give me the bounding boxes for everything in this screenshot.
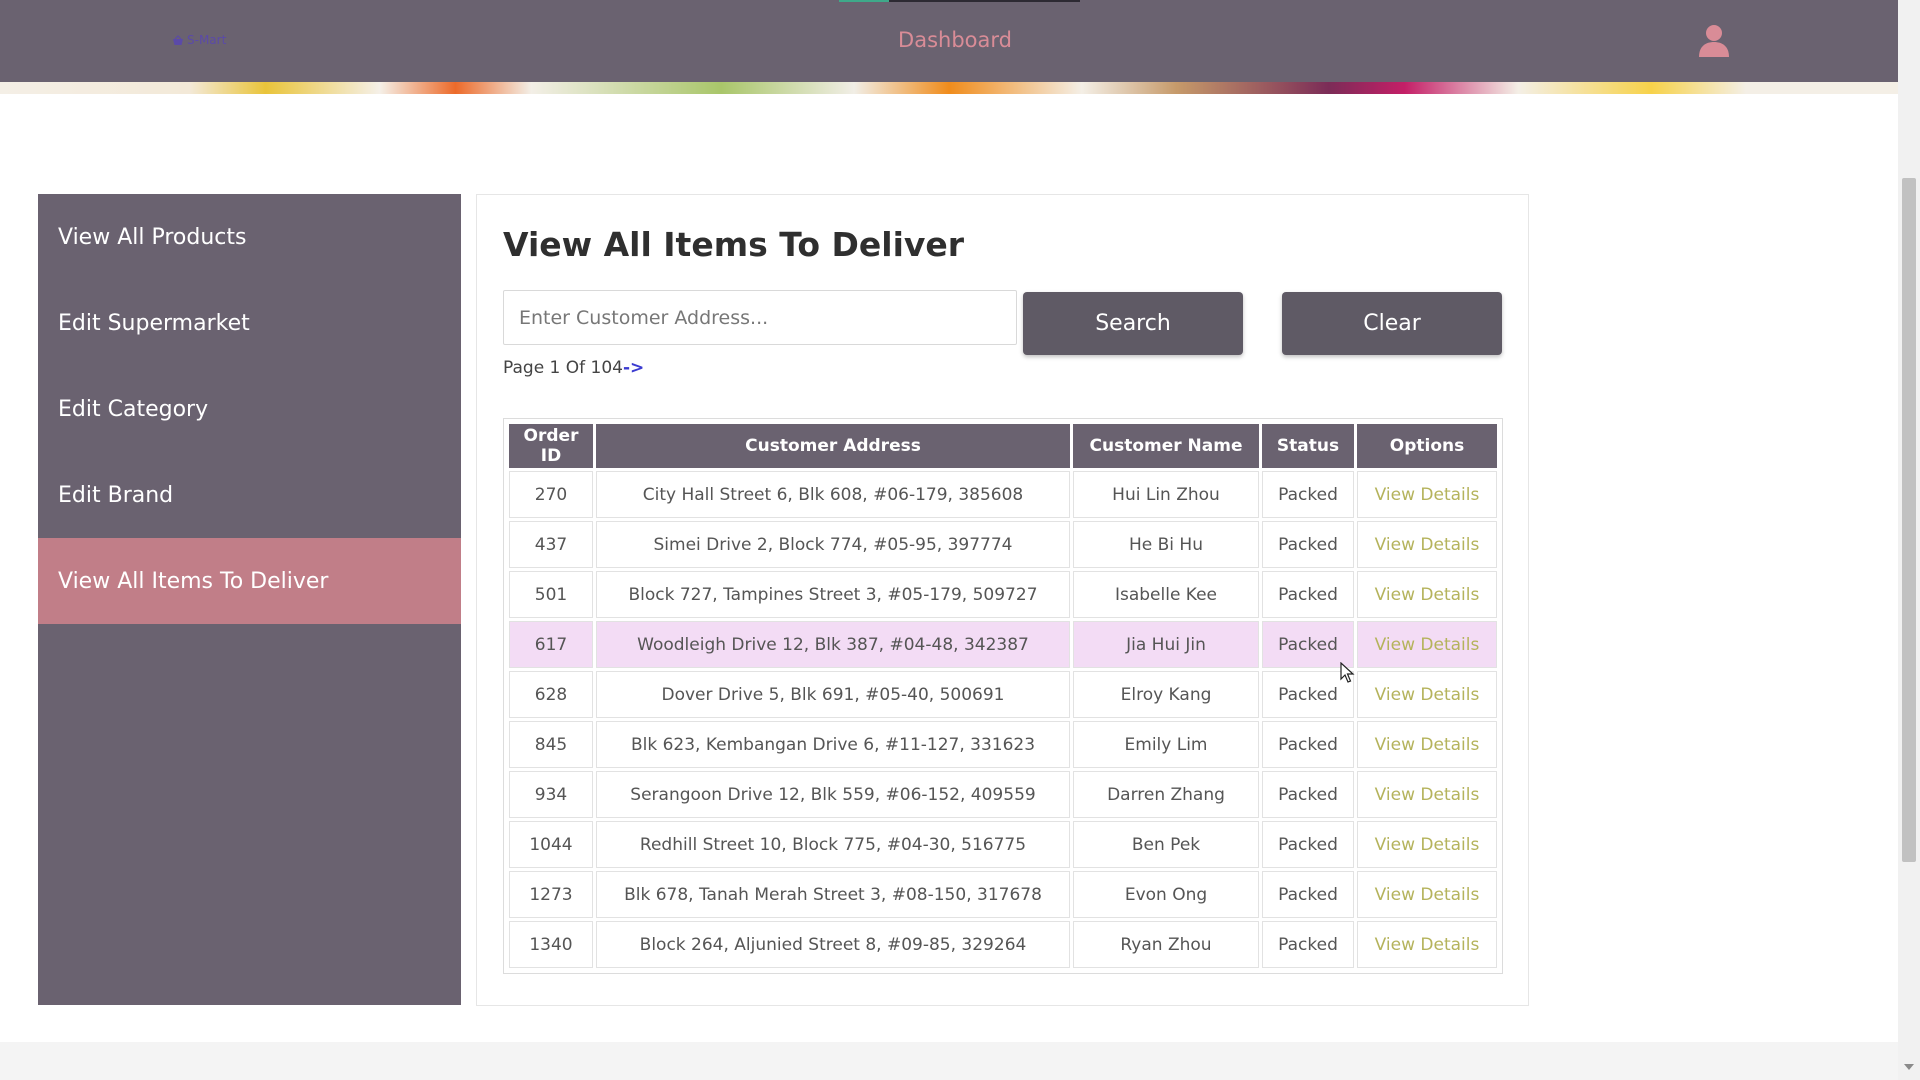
search-input[interactable]: [503, 290, 1017, 345]
table-header-row: Order ID Customer Address Customer Name …: [509, 424, 1497, 468]
cell-customer-name: Elroy Kang: [1073, 671, 1259, 718]
cell-status: Packed: [1262, 771, 1354, 818]
main-panel: View All Items To Deliver Search Clear P…: [476, 194, 1529, 1006]
cell-customer-address: Block 264, Aljunied Street 8, #09-85, 32…: [596, 921, 1070, 968]
page-title: View All Items To Deliver: [503, 225, 965, 264]
cell-customer-address: Woodleigh Drive 12, Blk 387, #04-48, 342…: [596, 621, 1070, 668]
cell-customer-address: Redhill Street 10, Block 775, #04-30, 51…: [596, 821, 1070, 868]
page-scrollbar[interactable]: [1898, 0, 1920, 1080]
sidebar: View All Products Edit Supermarket Edit …: [38, 194, 461, 1005]
cell-customer-name: Ben Pek: [1073, 821, 1259, 868]
cell-status: Packed: [1262, 721, 1354, 768]
view-details-link[interactable]: View Details: [1357, 871, 1497, 918]
cell-customer-address: Block 727, Tampines Street 3, #05-179, 5…: [596, 571, 1070, 618]
pagination: Page 1 Of 104->: [503, 358, 644, 378]
view-details-link[interactable]: View Details: [1357, 571, 1497, 618]
table-row: 1340 Block 264, Aljunied Street 8, #09-8…: [509, 921, 1497, 968]
cell-status: Packed: [1262, 921, 1354, 968]
sidebar-item-label: View All Items To Deliver: [58, 568, 329, 594]
sidebar-item-edit-brand[interactable]: Edit Brand: [38, 452, 461, 538]
sidebar-item-view-all-products[interactable]: View All Products: [38, 194, 461, 280]
top-navbar: S-Mart Dashboard: [0, 0, 1898, 82]
cell-customer-name: Evon Ong: [1073, 871, 1259, 918]
table-row: 934 Serangoon Drive 12, Blk 559, #06-152…: [509, 771, 1497, 818]
view-details-link[interactable]: View Details: [1357, 471, 1497, 518]
cell-customer-name: Jia Hui Jin: [1073, 621, 1259, 668]
table-row: 501 Block 727, Tampines Street 3, #05-17…: [509, 571, 1497, 618]
cell-status: Packed: [1262, 521, 1354, 568]
cell-customer-name: He Bi Hu: [1073, 521, 1259, 568]
cell-customer-address: Blk 623, Kembangan Drive 6, #11-127, 331…: [596, 721, 1070, 768]
cell-customer-address: Serangoon Drive 12, Blk 559, #06-152, 40…: [596, 771, 1070, 818]
column-header-status: Status: [1262, 424, 1354, 468]
view-details-link[interactable]: View Details: [1357, 671, 1497, 718]
sidebar-item-label: Edit Category: [58, 396, 209, 422]
view-details-link[interactable]: View Details: [1357, 621, 1497, 668]
nav-underline: [889, 0, 1080, 2]
column-header-customer-address: Customer Address: [596, 424, 1070, 468]
nav-active-indicator: [839, 0, 889, 2]
cell-customer-name: Emily Lim: [1073, 721, 1259, 768]
cell-customer-name: Ryan Zhou: [1073, 921, 1259, 968]
sidebar-item-label: Edit Supermarket: [58, 310, 250, 336]
view-details-link[interactable]: View Details: [1357, 521, 1497, 568]
table-row: 437 Simei Drive 2, Block 774, #05-95, 39…: [509, 521, 1497, 568]
user-icon[interactable]: [1698, 24, 1730, 58]
view-details-link[interactable]: View Details: [1357, 721, 1497, 768]
cell-order-id: 437: [509, 521, 593, 568]
cell-order-id: 1340: [509, 921, 593, 968]
deliveries-table-container: Order ID Customer Address Customer Name …: [503, 418, 1503, 974]
table-row: 845 Blk 623, Kembangan Drive 6, #11-127,…: [509, 721, 1497, 768]
view-details-link[interactable]: View Details: [1357, 921, 1497, 968]
column-header-order-id: Order ID: [509, 424, 593, 468]
cell-order-id: 501: [509, 571, 593, 618]
banner-image: [0, 82, 1898, 94]
table-row: 1044 Redhill Street 10, Block 775, #04-3…: [509, 821, 1497, 868]
cell-order-id: 1273: [509, 871, 593, 918]
scroll-down-arrow-icon[interactable]: [1904, 1064, 1914, 1070]
cell-order-id: 934: [509, 771, 593, 818]
view-details-link[interactable]: View Details: [1357, 821, 1497, 868]
scrollbar-thumb[interactable]: [1902, 178, 1916, 862]
cell-status: Packed: [1262, 871, 1354, 918]
footer-strip: [0, 1042, 1898, 1080]
cell-customer-address: Dover Drive 5, Blk 691, #05-40, 500691: [596, 671, 1070, 718]
table-row: 270 City Hall Street 6, Blk 608, #06-179…: [509, 471, 1497, 518]
next-page-link[interactable]: ->: [623, 358, 644, 378]
sidebar-item-view-all-items-to-deliver[interactable]: View All Items To Deliver: [38, 538, 461, 624]
cell-customer-name: Hui Lin Zhou: [1073, 471, 1259, 518]
cell-order-id: 617: [509, 621, 593, 668]
cell-customer-address: Simei Drive 2, Block 774, #05-95, 397774: [596, 521, 1070, 568]
mouse-cursor-icon: [1340, 662, 1355, 683]
column-header-options: Options: [1357, 424, 1497, 468]
cell-status: Packed: [1262, 821, 1354, 868]
cell-customer-name: Isabelle Kee: [1073, 571, 1259, 618]
cell-status: Packed: [1262, 471, 1354, 518]
cell-customer-address: Blk 678, Tanah Merah Street 3, #08-150, …: [596, 871, 1070, 918]
cell-status: Packed: [1262, 621, 1354, 668]
cell-status: Packed: [1262, 571, 1354, 618]
column-header-customer-name: Customer Name: [1073, 424, 1259, 468]
cell-order-id: 845: [509, 721, 593, 768]
sidebar-item-edit-supermarket[interactable]: Edit Supermarket: [38, 280, 461, 366]
cell-order-id: 1044: [509, 821, 593, 868]
cell-customer-address: City Hall Street 6, Blk 608, #06-179, 38…: [596, 471, 1070, 518]
page-indicator: Page 1 Of 104: [503, 358, 623, 378]
nav-title[interactable]: Dashboard: [0, 28, 1910, 52]
cell-order-id: 270: [509, 471, 593, 518]
sidebar-item-label: Edit Brand: [58, 482, 174, 508]
cell-customer-name: Darren Zhang: [1073, 771, 1259, 818]
sidebar-item-label: View All Products: [58, 224, 247, 250]
cell-order-id: 628: [509, 671, 593, 718]
table-row-hovered: 617 Woodleigh Drive 12, Blk 387, #04-48,…: [509, 621, 1497, 668]
view-details-link[interactable]: View Details: [1357, 771, 1497, 818]
table-row: 1273 Blk 678, Tanah Merah Street 3, #08-…: [509, 871, 1497, 918]
search-button[interactable]: Search: [1023, 292, 1243, 355]
deliveries-table: Order ID Customer Address Customer Name …: [506, 421, 1500, 971]
clear-button[interactable]: Clear: [1282, 292, 1502, 355]
sidebar-item-edit-category[interactable]: Edit Category: [38, 366, 461, 452]
